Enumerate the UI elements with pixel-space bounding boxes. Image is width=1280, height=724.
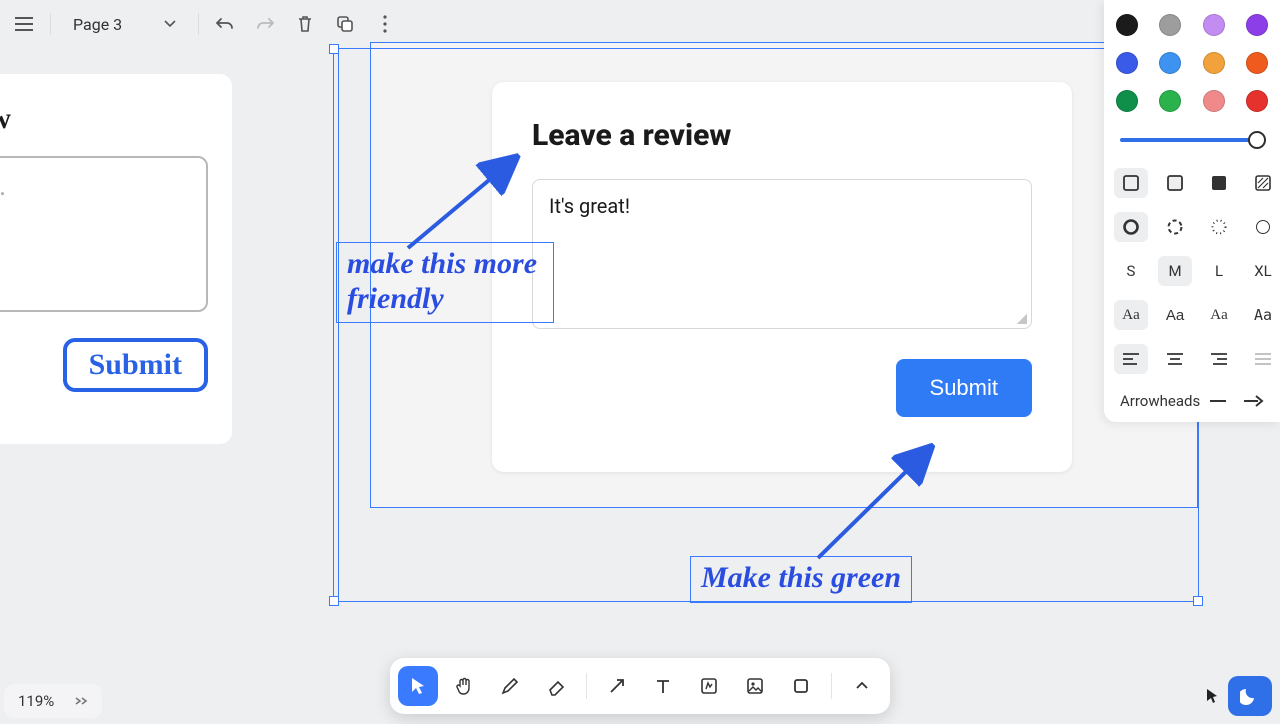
- mock-left-textarea[interactable]: e kind...: [0, 156, 208, 312]
- tool-shape[interactable]: [781, 666, 821, 706]
- color-green[interactable]: [1159, 90, 1181, 112]
- bottom-right-controls: [1204, 676, 1272, 716]
- tool-eraser[interactable]: [536, 666, 576, 706]
- review-card[interactable]: Leave a review It's great! Submit: [492, 82, 1072, 472]
- color-black[interactable]: [1116, 14, 1138, 36]
- tool-image[interactable]: [735, 666, 775, 706]
- tool-more[interactable]: [842, 666, 882, 706]
- top-toolbar: Page 3: [0, 0, 409, 48]
- mock-left-title: a review: [0, 102, 208, 136]
- align-options: [1114, 344, 1270, 374]
- dash-thin[interactable]: [1246, 212, 1280, 242]
- tool-arrow[interactable]: [597, 666, 637, 706]
- fill-semi[interactable]: [1158, 168, 1192, 198]
- align-justify[interactable]: [1246, 344, 1280, 374]
- color-darkorange[interactable]: [1246, 52, 1268, 74]
- tool-text[interactable]: [643, 666, 683, 706]
- fill-solid[interactable]: [1202, 168, 1236, 198]
- dash-dashed[interactable]: [1158, 212, 1192, 242]
- chevron-down-icon: [164, 20, 176, 28]
- cursor-indicator-icon: [1204, 687, 1220, 705]
- guide-line: [338, 48, 339, 604]
- style-panel: S M L XL Aa Aa Aa Aa Arrowheads: [1104, 0, 1280, 422]
- zoom-value: 119%: [18, 692, 54, 710]
- tool-hand[interactable]: [444, 666, 484, 706]
- page-label: Page 3: [73, 15, 122, 34]
- menu-icon[interactable]: [6, 6, 42, 42]
- color-lightpurple[interactable]: [1203, 14, 1225, 36]
- separator: [198, 13, 199, 35]
- arrow-annotation-1[interactable]: [398, 148, 528, 258]
- fill-pattern[interactable]: [1246, 168, 1280, 198]
- mock-card-left[interactable]: a review e kind... Submit: [0, 74, 232, 444]
- size-l[interactable]: L: [1202, 256, 1236, 286]
- align-center[interactable]: [1158, 344, 1192, 374]
- tool-draw[interactable]: [490, 666, 530, 706]
- dash-dotted[interactable]: [1202, 212, 1236, 242]
- size-s[interactable]: S: [1114, 256, 1148, 286]
- align-right[interactable]: [1202, 344, 1236, 374]
- arrowheads-row: Arrowheads: [1114, 388, 1270, 410]
- fill-options: [1114, 168, 1270, 198]
- color-blue[interactable]: [1116, 52, 1138, 74]
- arrowhead-start[interactable]: [1208, 396, 1228, 406]
- page-selector[interactable]: Page 3: [59, 6, 190, 42]
- delete-button[interactable]: [287, 6, 323, 42]
- undo-button[interactable]: [207, 6, 243, 42]
- more-icon[interactable]: [367, 6, 403, 42]
- card-title: Leave a review: [532, 118, 1032, 153]
- card-textarea[interactable]: It's great!: [532, 179, 1032, 329]
- color-grey[interactable]: [1159, 14, 1181, 36]
- font-serif[interactable]: Aa: [1202, 300, 1236, 330]
- opacity-slider[interactable]: [1114, 126, 1270, 154]
- size-xl[interactable]: XL: [1246, 256, 1280, 286]
- zoom-control[interactable]: 119%: [4, 684, 102, 718]
- tool-select[interactable]: [398, 666, 438, 706]
- font-options: Aa Aa Aa Aa: [1114, 300, 1270, 330]
- arrow-annotation-2[interactable]: [808, 438, 948, 568]
- card-submit-button[interactable]: Submit: [896, 359, 1032, 417]
- tool-note[interactable]: [689, 666, 729, 706]
- theme-toggle-button[interactable]: [1228, 676, 1272, 716]
- dash-solid[interactable]: [1114, 212, 1148, 242]
- color-orange[interactable]: [1203, 52, 1225, 74]
- align-left[interactable]: [1114, 344, 1148, 374]
- size-m[interactable]: M: [1158, 256, 1192, 286]
- duplicate-button[interactable]: [327, 6, 363, 42]
- size-options: S M L XL: [1114, 256, 1270, 286]
- fill-none[interactable]: [1114, 168, 1148, 198]
- dash-options: [1114, 212, 1270, 242]
- mock-left-submit[interactable]: Submit: [63, 338, 208, 392]
- font-hand[interactable]: Aa: [1114, 300, 1148, 330]
- redo-button[interactable]: [247, 6, 283, 42]
- separator: [50, 13, 51, 35]
- separator: [586, 673, 587, 699]
- color-pink[interactable]: [1203, 90, 1225, 112]
- resize-handle[interactable]: [1193, 596, 1203, 606]
- arrowheads-label: Arrowheads: [1120, 392, 1200, 410]
- color-darkgreen[interactable]: [1116, 90, 1138, 112]
- canvas[interactable]: Page 3 a review e kind... Submit Leave a…: [0, 0, 1280, 724]
- color-lightblue[interactable]: [1159, 52, 1181, 74]
- font-sans[interactable]: Aa: [1158, 300, 1192, 330]
- separator: [831, 673, 832, 699]
- color-swatches: [1114, 14, 1270, 112]
- arrowhead-end[interactable]: [1242, 395, 1264, 407]
- bottom-toolbar: [390, 658, 890, 714]
- slider-thumb[interactable]: [1248, 131, 1266, 149]
- chevron-right-icon: [74, 696, 88, 706]
- color-red[interactable]: [1246, 90, 1268, 112]
- font-mono[interactable]: Aa: [1246, 300, 1280, 330]
- color-purple[interactable]: [1246, 14, 1268, 36]
- slider-track: [1120, 138, 1264, 142]
